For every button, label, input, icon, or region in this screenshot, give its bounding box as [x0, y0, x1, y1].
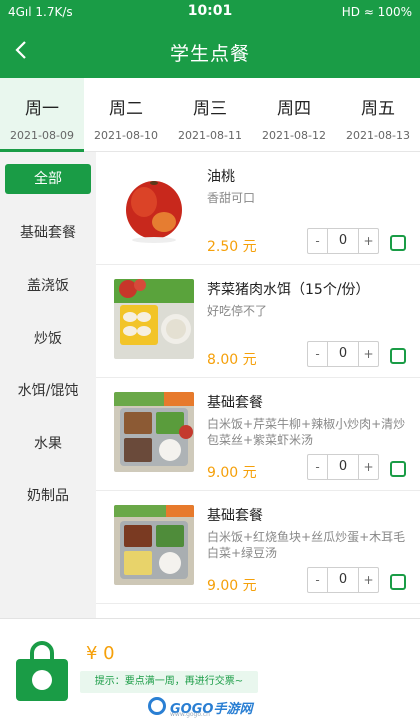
select-checkbox[interactable] — [390, 348, 406, 364]
category-rice-bowl[interactable]: 盖浇饭 — [0, 269, 96, 303]
decrease-button[interactable]: - — [308, 568, 328, 592]
quantity-stepper: - 0 + — [307, 567, 379, 593]
page-title: 学生点餐 — [169, 43, 250, 65]
category-sidebar: 全部 基础套餐 盖浇饭 炒饭 水饵/馄饨 水果 奶制品 — [0, 152, 96, 618]
item-name: 基础套餐 — [207, 508, 263, 524]
food-list: 油桃 香甜可口 2.50 元 - 0 + 荠菜猪肉水饵（15个/份） 好吃停不了… — [96, 152, 420, 618]
order-tip: 提示：要点满一周，再进行交票~ — [80, 671, 258, 693]
item-description: 好吃停不了 — [207, 304, 268, 318]
list-item: 荠菜猪肉水饵（15个/份） 好吃停不了 8.00 元 - 0 + — [96, 265, 420, 378]
day-date: 2021-08-11 — [178, 129, 242, 142]
select-checkbox[interactable] — [390, 235, 406, 251]
meal-tray-image — [114, 505, 194, 585]
tab-thursday[interactable]: 周四 2021-08-12 — [252, 78, 336, 152]
item-description: 白米饭+芹菜牛柳+辣椒小炒肉+清炒包菜丝+紫菜虾米汤 — [207, 417, 406, 447]
category-label: 基础套餐 — [20, 225, 76, 241]
category-basic-set[interactable]: 基础套餐 — [0, 216, 96, 250]
dumplings-image — [114, 279, 194, 359]
category-dairy[interactable]: 奶制品 — [0, 479, 96, 513]
increase-button[interactable]: + — [358, 229, 378, 253]
watermark-logo-icon — [148, 697, 166, 715]
cart-bar: ¥ 0 提示：要点满一周，再进行交票~ GOGO手游网 www.gogo.cn — [0, 618, 420, 720]
tab-wednesday[interactable]: 周三 2021-08-11 — [168, 78, 252, 152]
item-price: 9.00 元 — [207, 578, 257, 594]
item-name: 基础套餐 — [207, 395, 263, 411]
select-checkbox[interactable] — [390, 461, 406, 477]
decrease-button[interactable]: - — [308, 455, 328, 479]
quantity-stepper: - 0 + — [307, 341, 379, 367]
day-name: 周一 — [25, 99, 59, 119]
day-date: 2021-08-13 — [346, 129, 410, 142]
day-date: 2021-08-10 — [94, 129, 158, 142]
cart-total: ¥ 0 — [86, 643, 115, 664]
item-description: 香甜可口 — [207, 191, 256, 205]
increase-button[interactable]: + — [358, 455, 378, 479]
quantity-stepper: - 0 + — [307, 228, 379, 254]
quantity-value[interactable]: 0 — [328, 568, 358, 592]
shopping-bag-icon[interactable] — [14, 641, 70, 703]
meal-tray-image — [114, 392, 194, 472]
category-label: 水果 — [34, 436, 62, 452]
day-tabs: 周一 2021-08-09 周二 2021-08-10 周三 2021-08-1… — [0, 78, 420, 152]
status-indicators: HD ≈ 100% — [341, 5, 412, 19]
category-all[interactable]: 全部 — [0, 162, 96, 196]
item-description: 白米饭+红烧鱼块+丝瓜炒蛋+木耳毛白菜+绿豆汤 — [207, 530, 406, 560]
quantity-stepper: - 0 + — [307, 454, 379, 480]
item-name: 油桃 — [207, 169, 235, 185]
item-price: 9.00 元 — [207, 465, 257, 481]
list-item: 基础套餐 白米饭+芹菜牛柳+辣椒小炒肉+清炒包菜丝+紫菜虾米汤 9.00 元 -… — [96, 378, 420, 491]
category-label: 全部 — [5, 164, 91, 194]
peach-image — [114, 166, 194, 246]
quantity-value[interactable]: 0 — [328, 342, 358, 366]
item-price: 2.50 元 — [207, 239, 257, 255]
day-name: 周四 — [277, 99, 311, 119]
select-checkbox[interactable] — [390, 574, 406, 590]
list-item: 基础套餐 白米饭+红烧鱼块+丝瓜炒蛋+木耳毛白菜+绿豆汤 9.00 元 - 0 … — [96, 491, 420, 604]
list-item: 油桃 香甜可口 2.50 元 - 0 + — [96, 152, 420, 265]
quantity-value[interactable]: 0 — [328, 229, 358, 253]
category-label: 盖浇饭 — [27, 278, 69, 294]
decrease-button[interactable]: - — [308, 342, 328, 366]
tab-friday[interactable]: 周五 2021-08-13 — [336, 78, 420, 152]
decrease-button[interactable]: - — [308, 229, 328, 253]
tab-monday[interactable]: 周一 2021-08-09 — [0, 78, 84, 152]
item-price: 8.00 元 — [207, 352, 257, 368]
day-name: 周五 — [361, 99, 395, 119]
day-name: 周二 — [109, 99, 143, 119]
day-date: 2021-08-09 — [10, 129, 74, 142]
category-label: 水饵/馄饨 — [17, 383, 79, 399]
day-name: 周三 — [193, 99, 227, 119]
category-dumplings[interactable]: 水饵/馄饨 — [0, 374, 96, 408]
status-bar: 4Gıl 1.7K/s 10:01 HD ≈ 100% — [0, 0, 420, 24]
site-watermark: GOGO手游网 www.gogo.cn — [148, 695, 280, 718]
category-label: 奶制品 — [27, 488, 69, 504]
category-fried-rice[interactable]: 炒饭 — [0, 322, 96, 356]
increase-button[interactable]: + — [358, 568, 378, 592]
category-label: 炒饭 — [34, 331, 62, 347]
increase-button[interactable]: + — [358, 342, 378, 366]
header-bar: 学生点餐 — [0, 24, 420, 78]
quantity-value[interactable]: 0 — [328, 455, 358, 479]
item-name: 荠菜猪肉水饵（15个/份） — [207, 282, 370, 298]
category-fruit[interactable]: 水果 — [0, 427, 96, 461]
tab-tuesday[interactable]: 周二 2021-08-10 — [84, 78, 168, 152]
day-date: 2021-08-12 — [262, 129, 326, 142]
watermark-subtext: www.gogo.cn — [170, 711, 210, 718]
